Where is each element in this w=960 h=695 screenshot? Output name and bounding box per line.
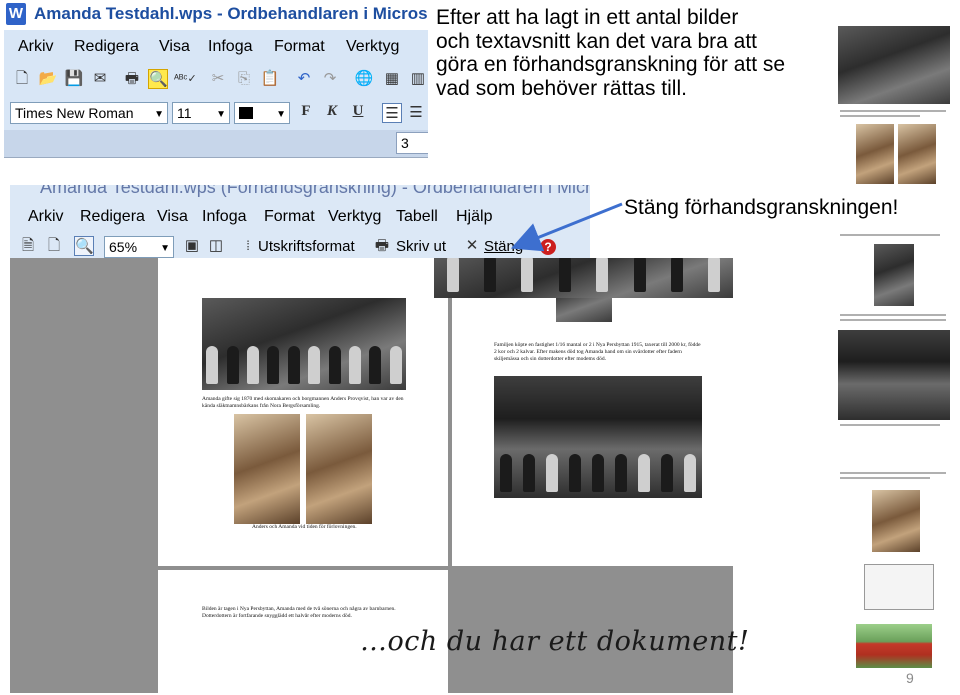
font-name-select[interactable]: Times New Roman ▼ [10,102,168,124]
font-size-select[interactable]: 11 ▼ [172,102,230,124]
menu-infoga[interactable]: Infoga [202,208,246,226]
redo-icon[interactable]: ↷ [320,69,340,89]
family-group-photo [202,298,406,390]
menu-infoga[interactable]: Infoga [208,38,252,56]
chevron-down-icon: ▼ [154,109,164,120]
underline-button[interactable]: U [348,103,368,123]
chevron-down-icon: ▼ [160,243,170,254]
callout-arrow [510,202,623,252]
ruler-bar: 3 [4,130,428,157]
preview-page-1: Amanda gifte sig 1870 med skomakaren och… [158,258,448,566]
menu-redigera[interactable]: Redigera [74,38,139,56]
menu-format[interactable]: Format [264,208,315,226]
multiple-pages-icon[interactable]: ◫ [206,236,226,256]
preview-page-2: Familjen köpte en fastighet 1/16 mantal … [452,258,733,566]
copy-icon[interactable]: ⎘ [234,69,254,89]
print-icon[interactable]: 🖶 [122,69,142,89]
menu-visa[interactable]: Visa [159,38,190,56]
farm-family-photo [494,376,702,498]
closing-text: …och du har ett dokument! [360,626,750,657]
insert-link-icon[interactable]: 🌐 [354,69,374,89]
intro-line: göra en förhandsgranskning för att se [436,53,786,76]
intro-line: Efter att ha lagt in ett antal bilder [436,6,739,29]
open-folder-icon[interactable]: 📂 [38,69,58,89]
font-name-value: Times New Roman [15,105,134,121]
document-thumbnails [830,20,958,670]
insert-table-icon[interactable]: ▦ [382,69,402,89]
menu-redigera[interactable]: Redigera [80,208,145,226]
portrait-caption: Anders och Amanda vid tiden för förlovni… [252,524,357,530]
menu-format[interactable]: Format [274,38,325,56]
top-strip-photo [434,258,733,298]
thumbnail-page-2[interactable] [834,230,954,430]
preview-page-icon[interactable]: 🗋 [44,236,64,256]
italic-button[interactable]: K [322,103,342,123]
zoom-value: 65% [109,239,138,255]
formatting-toolbar: Times New Roman ▼ 11 ▼ ▼ F K U ☰ ☰ [4,100,428,126]
intro-line: vad som behöver rättas till. [436,76,687,100]
thumbnail-page-4[interactable] [856,624,932,668]
intro-line: och textavsnitt kan det vara bra att [436,29,758,53]
font-size-value: 11 [177,105,192,121]
page-number-field[interactable]: 3 [396,132,428,154]
menu-verktyg[interactable]: Verktyg [328,208,381,226]
zoom-select[interactable]: 65% ▼ [104,236,174,258]
menu-arkiv[interactable]: Arkiv [28,208,64,226]
menu-arkiv[interactable]: Arkiv [18,38,54,56]
undo-icon[interactable]: ↶ [294,69,314,89]
standard-toolbar: 🗋 📂 💾 ✉ 🖶 🔍 ᴬᴮᶜ✓ ✂ ⎘ 📋 ↶ ↷ 🌐 ▦ ▥ [4,66,428,94]
word-app-icon: W [6,3,26,25]
menu-tabell[interactable]: Tabell [396,208,438,226]
new-document-icon[interactable]: 🗋 [12,69,32,89]
columns-icon[interactable]: ▥ [408,69,428,89]
chevron-down-icon: ▼ [276,109,286,120]
font-color-select[interactable]: ▼ [234,102,290,124]
one-page-icon[interactable]: ▣ [182,236,202,256]
anders-portrait-photo [234,414,300,524]
align-center-icon[interactable]: ☰ [406,103,426,123]
close-icon[interactable]: ✕ [462,236,482,256]
chevron-down-icon: ▼ [216,109,226,120]
print-layout-icon[interactable]: ⁞ [238,236,258,256]
spellcheck-icon[interactable]: ᴬᴮᶜ✓ [174,69,197,89]
window-title: Amanda Testdahl.wps (Förhandsgranskning)… [40,185,590,197]
page-number-value: 3 [401,135,409,151]
slide-number: 9 [906,670,914,686]
amanda-portrait-photo [306,414,372,524]
page3-caption: Bilden är tagen i Nya Persbyttan, Amanda… [202,606,396,619]
align-left-icon[interactable]: ☰ [382,103,402,123]
email-icon[interactable]: ✉ [90,69,110,89]
page1-caption: Amanda gifte sig 1870 med skomakaren och… [202,396,404,409]
title-bar: W Amanda Testdahl.wps - Ordbehandlaren i… [4,0,428,30]
print-button[interactable]: Skriv ut [396,238,446,255]
page2-caption: Familjen köpte en fastighet 1/16 mantal … [494,342,701,362]
cut-icon[interactable]: ✂ [208,69,228,89]
bold-button[interactable]: F [296,103,316,123]
menu-hjalp[interactable]: Hjälp [456,208,492,226]
title-bar: Amanda Testdahl.wps (Förhandsgranskning)… [10,185,590,199]
print-icon[interactable]: 🖶 [372,236,392,256]
menu-verktyg[interactable]: Verktyg [346,38,399,56]
word-window-screenshot: W Amanda Testdahl.wps - Ordbehandlaren i… [4,0,428,158]
print-page-icon[interactable]: 🗎 [18,236,38,256]
intro-text: Efter att ha lagt in ett antal bilder oc… [436,6,826,100]
magnifier-icon[interactable]: 🔍 [74,236,94,256]
paste-icon[interactable]: 📋 [260,69,280,89]
thumbnail-page-3[interactable] [834,468,954,618]
window-title: Amanda Testdahl.wps - Ordbehandlaren i M… [34,4,428,23]
color-swatch [239,107,253,119]
save-icon[interactable]: 💾 [64,69,84,89]
menu-visa[interactable]: Visa [157,208,188,226]
thumbnail-page-1[interactable] [834,22,954,190]
menu-bar: Arkiv Redigera Visa Infoga Format Verkty… [4,34,428,62]
print-preview-icon[interactable]: 🔍 [148,69,168,89]
print-layout-button[interactable]: Utskriftsformat [258,238,355,255]
